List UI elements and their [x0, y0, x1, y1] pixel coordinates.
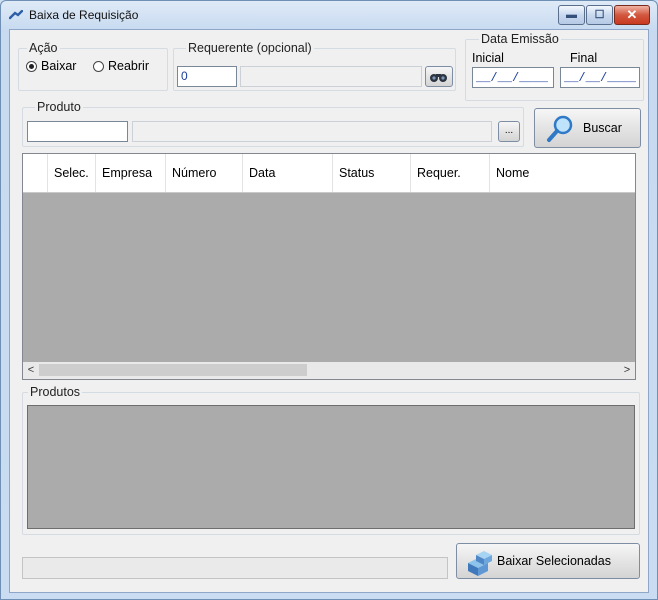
requisicoes-grid[interactable]: Selec. Empresa Número Data Status Requer…: [22, 153, 636, 380]
scrollbar-thumb[interactable]: [39, 364, 307, 376]
requerente-name-field: [240, 66, 422, 87]
scroll-left-icon[interactable]: <: [23, 362, 39, 379]
maximize-button[interactable]: ☐: [586, 5, 613, 25]
magnifier-icon: [547, 115, 573, 142]
form-client-area: Ação Baixar Reabrir Requerente (opcional…: [9, 29, 649, 593]
radio-baixar-label: Baixar: [41, 59, 77, 73]
data-inicial-label: Inicial: [472, 51, 504, 65]
requerente-legend: Requerente (opcional): [186, 41, 314, 55]
maximize-icon: ☐: [594, 9, 605, 21]
radio-baixar-indicator: [26, 60, 37, 72]
window-title: Baixa de Requisição: [29, 8, 139, 22]
requerente-group: Requerente (opcional) 0: [173, 41, 456, 91]
requerente-code-input[interactable]: 0: [177, 66, 237, 87]
minimize-button[interactable]: ▬: [558, 5, 585, 25]
data-final-label: Final: [570, 51, 598, 65]
produto-name-field: [132, 121, 492, 142]
col-nome[interactable]: Nome: [490, 154, 635, 192]
acao-group: Ação Baixar Reabrir: [18, 41, 168, 91]
buscar-button[interactable]: Buscar: [534, 108, 641, 148]
title-bar[interactable]: Baixa de Requisição ▬ ☐ ✕: [1, 1, 657, 29]
data-emissao-group: Data Emissão Inicial Final __/__/____ __…: [465, 32, 644, 101]
minimize-icon: ▬: [566, 9, 577, 21]
requerente-search-button[interactable]: [425, 66, 453, 87]
radio-reabrir-indicator: [93, 60, 104, 72]
buscar-label: Buscar: [583, 121, 622, 135]
produto-legend: Produto: [35, 100, 83, 114]
produto-group: Produto ...: [22, 100, 524, 147]
boxes-icon: [468, 551, 492, 576]
col-numero[interactable]: Número: [166, 154, 243, 192]
produto-code-input[interactable]: [27, 121, 128, 142]
main-window: Baixa de Requisição ▬ ☐ ✕ Ação Baixar Re…: [0, 0, 658, 600]
grid-row-header-column: [23, 154, 48, 192]
grid-header-row: Selec. Empresa Número Data Status Requer…: [23, 154, 635, 193]
binoculars-icon: [430, 74, 447, 82]
produto-browse-button[interactable]: ...: [498, 121, 520, 142]
col-data[interactable]: Data: [243, 154, 333, 192]
close-icon: ✕: [626, 7, 638, 22]
col-status[interactable]: Status: [333, 154, 411, 192]
radio-reabrir[interactable]: Reabrir: [93, 59, 149, 73]
close-button[interactable]: ✕: [614, 5, 650, 25]
scroll-right-icon[interactable]: >: [619, 362, 635, 379]
grid-horizontal-scrollbar[interactable]: < >: [23, 362, 635, 379]
status-field: [22, 557, 448, 579]
app-icon: [9, 10, 23, 20]
produtos-grid[interactable]: [27, 405, 635, 529]
produtos-legend: Produtos: [28, 385, 83, 399]
col-empresa[interactable]: Empresa: [96, 154, 166, 192]
col-requer[interactable]: Requer.: [411, 154, 490, 192]
col-selec[interactable]: Selec.: [48, 154, 96, 192]
baixar-selecionadas-label: Baixar Selecionadas: [497, 554, 611, 568]
data-emissao-legend: Data Emissão: [479, 32, 561, 46]
radio-baixar[interactable]: Baixar: [26, 59, 76, 73]
data-final-input[interactable]: __/__/____: [560, 67, 640, 88]
radio-reabrir-label: Reabrir: [108, 59, 149, 73]
acao-legend: Ação: [27, 41, 60, 55]
data-inicial-input[interactable]: __/__/____: [472, 67, 554, 88]
baixar-selecionadas-button[interactable]: Baixar Selecionadas: [456, 543, 640, 579]
